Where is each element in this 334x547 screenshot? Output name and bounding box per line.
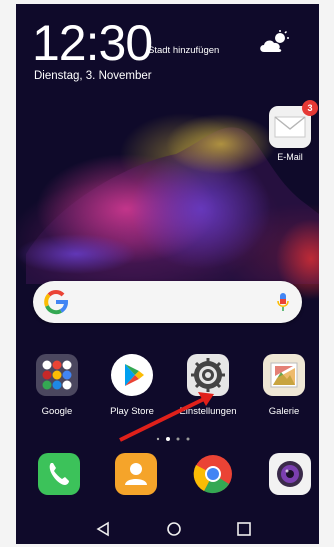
contacts-icon <box>115 453 157 495</box>
notification-badge: 3 <box>302 100 318 116</box>
phone-icon <box>38 453 80 495</box>
clock-time[interactable]: 12:30 <box>32 14 153 72</box>
google-search-bar[interactable] <box>33 281 302 323</box>
chrome-app[interactable] <box>188 453 238 503</box>
camera-lens-icon <box>277 461 303 487</box>
device-frame: 12:30 Stadt hinzufügen Dienstag, 3. Nove… <box>0 0 334 547</box>
microphone-icon[interactable] <box>276 292 290 312</box>
back-icon[interactable] <box>94 520 112 538</box>
email-app[interactable]: 3 E-Mail <box>266 100 318 172</box>
google-g-icon <box>44 290 68 315</box>
camera-app[interactable] <box>265 453 315 503</box>
date-text: Dienstag, 3. November <box>34 70 152 82</box>
contacts-app[interactable] <box>111 453 161 503</box>
camera-icon <box>269 453 311 495</box>
add-city-link[interactable]: Stadt hinzufügen <box>148 45 219 56</box>
google-folder[interactable]: Google <box>24 354 88 430</box>
google-folder-icon <box>36 354 78 396</box>
gallery-label: Galerie <box>268 406 300 417</box>
phone-handset-icon <box>49 463 69 485</box>
home-screen: 12:30 Stadt hinzufügen Dienstag, 3. Nove… <box>16 4 319 544</box>
gallery-icon <box>263 354 305 396</box>
navigation-bar <box>16 514 319 544</box>
home-icon[interactable] <box>165 520 183 538</box>
person-icon <box>125 463 147 485</box>
google-folder-label: Google <box>41 406 73 417</box>
gallery-app[interactable]: Galerie <box>251 354 315 430</box>
folder-grid-icon <box>42 360 72 390</box>
phone-app[interactable] <box>34 453 84 503</box>
recent-apps-icon[interactable] <box>235 520 253 538</box>
weather-cloud-sun-icon[interactable] <box>258 30 292 54</box>
chrome-icon <box>192 453 234 495</box>
email-app-label: E-Mail <box>277 152 303 162</box>
annotation-arrow <box>119 392 214 442</box>
picture-icon <box>270 362 298 388</box>
chrome-logo-icon <box>193 455 232 494</box>
